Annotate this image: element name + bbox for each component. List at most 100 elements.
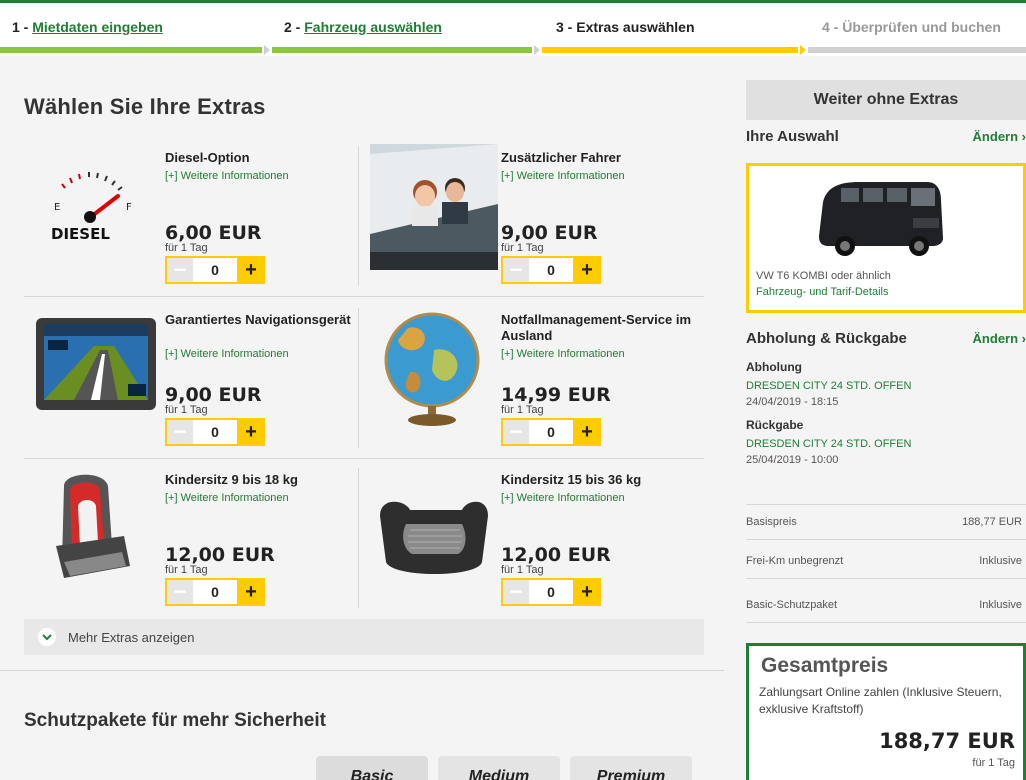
- extra-title: Kindersitz 9 bis 18 kg: [165, 472, 298, 487]
- extra-additional-driver: Zusätzlicher Fahrer [+] Weitere Informat…: [370, 144, 704, 298]
- decrease-button[interactable]: −: [501, 418, 529, 446]
- extra-price-unit: für 1 Tag: [501, 242, 544, 254]
- extra-navigation-device: Garantiertes Navigationsgerät [+] Weiter…: [34, 306, 368, 460]
- total-unit: für 1 Tag: [972, 757, 1015, 769]
- pickup-return-title: Abholung & Rückgabe: [746, 330, 907, 347]
- extra-price: 6,00 EUR: [165, 222, 262, 244]
- increase-button[interactable]: +: [573, 578, 601, 606]
- price-row-value: 188,77 EUR: [962, 516, 1022, 528]
- total-price-card: Gesamtpreis Zahlungsart Online zahlen (I…: [746, 643, 1026, 780]
- step-4: 4 - Überprüfen und buchen: [822, 19, 1001, 35]
- total-title: Gesamtpreis: [761, 654, 889, 677]
- step-2-number: 2 -: [284, 19, 305, 35]
- extra-price: 14,99 EUR: [501, 384, 611, 406]
- continue-without-extras-button[interactable]: Weiter ohne Extras: [746, 80, 1026, 120]
- price-row-value: Inklusive: [979, 554, 1022, 567]
- protection-title: Schutzpakete für mehr Sicherheit: [24, 710, 326, 731]
- selection-title: Ihre Auswahl: [746, 128, 839, 145]
- section-divider: [0, 670, 724, 671]
- decrease-button[interactable]: −: [165, 418, 193, 446]
- increase-button[interactable]: +: [237, 578, 265, 606]
- more-info-link[interactable]: [+] Weitere Informationen: [501, 170, 625, 182]
- increase-button[interactable]: +: [237, 418, 265, 446]
- extra-title: Zusätzlicher Fahrer: [501, 150, 621, 165]
- extra-price: 9,00 EUR: [501, 222, 598, 244]
- package-premium[interactable]: Premium: [570, 756, 692, 780]
- increase-button[interactable]: +: [237, 256, 265, 284]
- quantity-stepper: − 0 +: [165, 578, 265, 606]
- decrease-button[interactable]: −: [165, 256, 193, 284]
- extra-price-unit: für 1 Tag: [165, 564, 208, 576]
- extra-price: 12,00 EUR: [501, 544, 611, 566]
- change-selection-link[interactable]: Ändern ›: [973, 129, 1026, 144]
- step-2-link[interactable]: Fahrzeug auswählen: [304, 19, 442, 35]
- decrease-button[interactable]: −: [501, 578, 529, 606]
- total-note: Zahlungsart Online zahlen (Inklusive Ste…: [759, 685, 1002, 716]
- extra-child-seat-15-36: Kindersitz 15 bis 36 kg [+] Weitere Info…: [370, 466, 704, 620]
- decrease-button[interactable]: −: [165, 578, 193, 606]
- pickup-date: 24/04/2019 - 18:15: [746, 396, 839, 408]
- extra-title: Notfallmanagement-Service im Ausland: [501, 312, 692, 343]
- step-3-current: 3 - Extras auswählen: [556, 19, 695, 35]
- price-row-mileage: Frei-Km unbegrenzt Inklusive: [746, 543, 1026, 579]
- quantity-stepper: − 0 +: [501, 418, 601, 446]
- change-pickup-link[interactable]: Ändern ›: [973, 331, 1026, 346]
- step-4-bar: [808, 47, 1026, 53]
- more-info-link[interactable]: [+] Weitere Informationen: [501, 492, 625, 504]
- more-info-link[interactable]: [+] Weitere Informationen: [501, 348, 625, 360]
- increase-button[interactable]: +: [573, 256, 601, 284]
- van-image: [809, 172, 949, 260]
- selected-vehicle-card: VW T6 KOMBI oder ähnlich Fahrzeug- und T…: [746, 163, 1026, 313]
- price-row-value: Inklusive: [979, 598, 1022, 611]
- progress-steps: 1 - Mietdaten eingeben 2 - Fahrzeug ausw…: [0, 0, 1026, 56]
- quantity-value: 0: [529, 418, 573, 446]
- globe-icon: [370, 306, 498, 432]
- package-basic[interactable]: Basic: [316, 756, 428, 780]
- step-1-bar: [0, 47, 262, 53]
- change-label: Ändern: [972, 129, 1019, 144]
- extra-price-unit: für 1 Tag: [501, 404, 544, 416]
- return-location: DRESDEN CITY 24 STD. OFFEN: [746, 438, 912, 450]
- page-title: Wählen Sie Ihre Extras: [24, 94, 266, 119]
- diesel-gauge-icon: E F DIESEL: [34, 144, 162, 270]
- extra-title: Kindersitz 15 bis 36 kg: [501, 472, 642, 487]
- quantity-value: 0: [529, 578, 573, 606]
- package-medium[interactable]: Medium: [438, 756, 560, 780]
- step-arrow-icon: [534, 45, 540, 55]
- navigation-device-icon: [34, 306, 162, 432]
- extra-price: 12,00 EUR: [165, 544, 275, 566]
- decrease-button[interactable]: −: [501, 256, 529, 284]
- booking-summary-sidebar: Weiter ohne Extras Ihre Auswahl Ändern ›…: [724, 56, 1026, 780]
- change-label: Ändern: [972, 331, 1019, 346]
- extra-price-unit: für 1 Tag: [165, 242, 208, 254]
- extra-diesel-option: E F DIESEL Diesel-Option [+] Weitere Inf…: [34, 144, 368, 298]
- column-divider: [358, 146, 359, 286]
- step-1[interactable]: 1 - Mietdaten eingeben: [12, 19, 163, 35]
- increase-button[interactable]: +: [573, 418, 601, 446]
- svg-text:E: E: [54, 202, 60, 213]
- row-divider: [24, 296, 704, 297]
- more-extras-toggle[interactable]: Mehr Extras anzeigen: [24, 619, 704, 655]
- return-date: 25/04/2019 - 10:00: [746, 454, 839, 466]
- vehicle-details-link[interactable]: Fahrzeug- und Tarif-Details: [756, 286, 888, 298]
- column-divider: [358, 468, 359, 608]
- extra-price-unit: für 1 Tag: [165, 404, 208, 416]
- step-1-link[interactable]: Mietdaten eingeben: [32, 19, 163, 35]
- chevron-down-icon: [38, 628, 56, 646]
- quantity-value: 0: [529, 256, 573, 284]
- step-2[interactable]: 2 - Fahrzeug auswählen: [284, 19, 442, 35]
- vehicle-name: VW T6 KOMBI oder ähnlich: [756, 270, 891, 282]
- extra-emergency-service: Notfallmanagement-Service im Ausland [+]…: [370, 306, 704, 460]
- more-info-link[interactable]: [+] Weitere Informationen: [165, 492, 289, 504]
- svg-text:DIESEL: DIESEL: [51, 225, 110, 243]
- quantity-stepper: − 0 +: [501, 578, 601, 606]
- extras-main: Wählen Sie Ihre Extras E F DIESEL Diesel…: [0, 56, 724, 780]
- quantity-stepper: − 0 +: [501, 256, 601, 284]
- step-arrow-icon: [800, 45, 806, 55]
- total-amount: 188,77 EUR: [879, 729, 1015, 753]
- quantity-value: 0: [193, 578, 237, 606]
- more-info-link[interactable]: [+] Weitere Informationen: [165, 348, 289, 360]
- more-info-link[interactable]: [+] Weitere Informationen: [165, 170, 289, 182]
- price-row-label: Basic-Schutzpaket: [746, 598, 838, 611]
- extra-price: 9,00 EUR: [165, 384, 262, 406]
